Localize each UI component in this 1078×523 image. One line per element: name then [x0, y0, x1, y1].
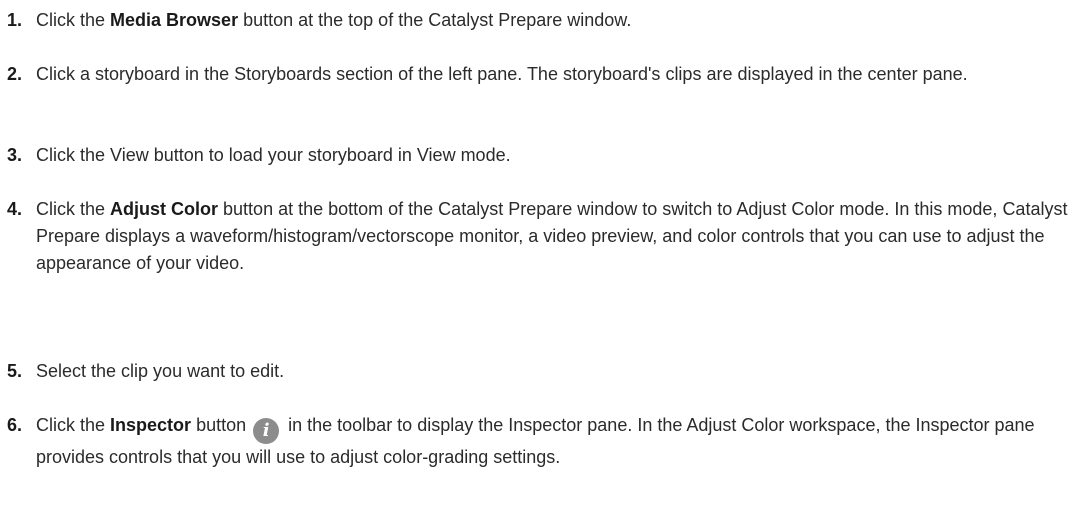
step-text: Click the Media Browser button at the to… [36, 10, 632, 30]
step-5: 5. Select the clip you want to edit. [0, 358, 1070, 385]
instruction-steps: 1. Click the Media Browser button at the… [0, 0, 1078, 523]
step-6: 6. Click the Inspector button i in the t… [0, 412, 1070, 471]
media-browser-term: Media Browser [110, 10, 239, 30]
step-number: 3. [7, 145, 23, 165]
step-text: Click a storyboard in the Storyboards se… [36, 64, 968, 84]
step-1: 1. Click the Media Browser button at the… [0, 7, 1070, 34]
step-number: 1. [7, 10, 23, 30]
info-icon: i [253, 418, 280, 444]
step-text: Select the clip you want to edit. [36, 361, 285, 381]
step-number: 6. [7, 415, 23, 435]
step-4: 4. Click the Adjust Color button at the … [0, 196, 1070, 277]
step-text: Click the Inspector button i in the tool… [36, 415, 1035, 467]
step-number: 2. [7, 64, 23, 84]
step-text: Click the View button to load your story… [36, 145, 511, 165]
step-2: 2. Click a storyboard in the Storyboards… [0, 61, 1070, 88]
inspector-term: Inspector [110, 415, 192, 435]
adjust-color-term: Adjust Color [110, 199, 219, 219]
step-number: 5. [7, 361, 23, 381]
step-number: 4. [7, 199, 23, 219]
step-3: 3. Click the View button to load your st… [0, 142, 1070, 169]
step-text: Click the Adjust Color button at the bot… [36, 199, 1068, 273]
